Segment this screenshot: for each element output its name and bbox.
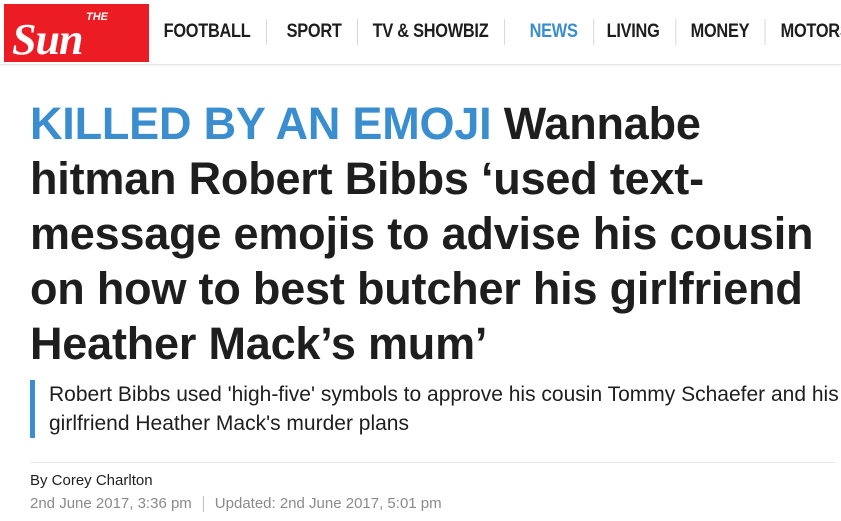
nav-item-motors[interactable]: MOTORS [766,19,841,45]
article-standfirst: Robert Bibbs used 'high-five' symbols to… [30,380,841,438]
nav-item-money[interactable]: MONEY [676,19,766,45]
date-separator [202,495,204,512]
top-navigation-bar: THE Sun FOOTBALL SPORT TV & SHOWBIZ NEWS LIV… [0,0,841,65]
nav-item-football[interactable]: FOOTBALL [149,19,267,45]
article-headline: KILLED BY AN EMOJI Wannabe hitman Robert… [30,96,830,371]
nav-item-news[interactable]: NEWS [515,19,594,45]
updated-date: Updated: 2nd June 2017, 5:01 pm [214,495,442,512]
logo-wordmark: Sun [12,15,82,62]
nav-item-living[interactable]: LIVING [592,19,677,45]
nav-item-sport[interactable]: SPORT [272,19,358,45]
headline-kicker: KILLED BY AN EMOJI [30,98,492,149]
section-menu: FOOTBALL SPORT TV & SHOWBIZ NEWS LIVING MONEY… [149,0,841,64]
the-sun-logo[interactable]: THE Sun [4,4,149,62]
logo-graphic: THE Sun [12,11,109,62]
published-date: 2nd June 2017, 3:36 pm [30,495,192,512]
logo-small-text: THE [86,11,109,23]
author-byline[interactable]: By Corey Charlton [30,472,153,489]
byline-divider [30,462,835,463]
nav-item-tv-showbiz[interactable]: TV & SHOWBIZ [358,19,505,45]
article-dates: 2nd June 2017, 3:36 pm Updated: 2nd June… [30,495,442,512]
